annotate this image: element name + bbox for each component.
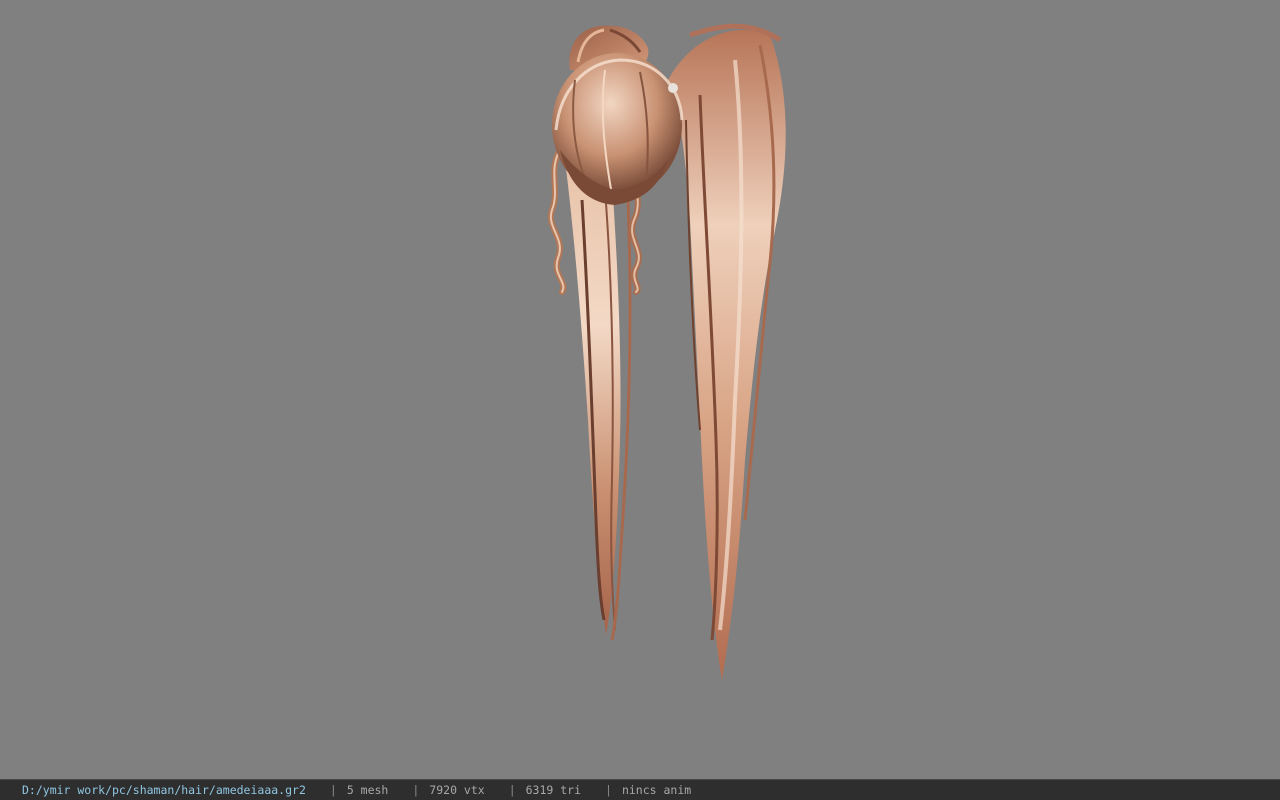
- vertex-count: 7920 vtx: [429, 783, 485, 797]
- animation-status: nincs anim: [621, 783, 692, 797]
- mesh-count: 5 mesh: [346, 783, 389, 797]
- separator: |: [329, 783, 337, 797]
- triangle-count: 6319 tri: [525, 783, 582, 797]
- status-bar: D:/ymir work/pc/shaman/hair/amedeiaaa.gr…: [0, 779, 1280, 800]
- file-path: D:/ymir work/pc/shaman/hair/amedeiaaa.gr…: [22, 783, 306, 797]
- separator: |: [508, 783, 516, 797]
- separator: |: [412, 783, 420, 797]
- right-ponytail: [668, 23, 786, 680]
- hair-model-render: [547, 23, 786, 680]
- hair-tie: [668, 83, 678, 93]
- left-ponytail: [565, 159, 632, 641]
- 3d-viewport[interactable]: [0, 0, 1280, 779]
- separator: |: [605, 783, 612, 797]
